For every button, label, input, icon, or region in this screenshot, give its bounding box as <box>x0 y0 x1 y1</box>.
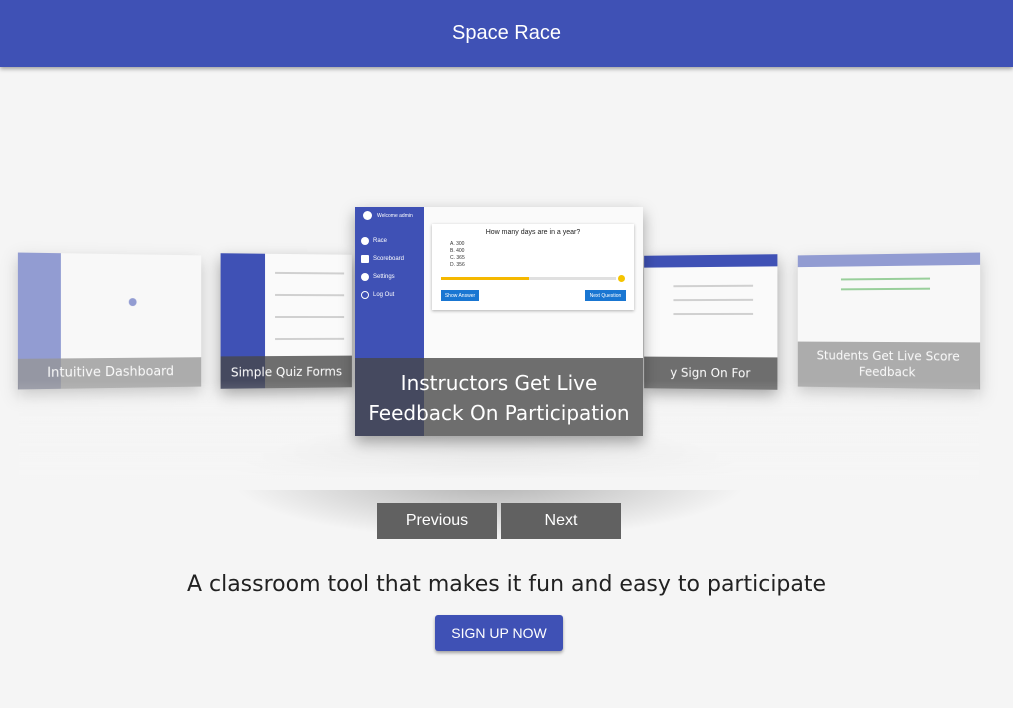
slide-header <box>797 252 981 268</box>
slide-intuitive-dashboard[interactable]: Intuitive Dashboard <box>17 252 202 390</box>
slide-header <box>644 254 778 268</box>
previous-button[interactable]: Previous <box>377 503 497 539</box>
slide-live-feedback[interactable]: Welcome admin Race Scoreboard Settings L… <box>355 207 643 436</box>
next-button[interactable]: Next <box>501 503 621 539</box>
question-text: How many days are in a year? <box>485 229 581 236</box>
slide-caption: Instructors Get Live Feedback On Partici… <box>355 358 643 436</box>
nav-label: Race <box>373 238 388 244</box>
app-bar: Space Race <box>0 0 1013 67</box>
slide-caption: Intuitive Dashboard <box>17 357 202 390</box>
nav-race: Race <box>361 237 387 245</box>
avatar-icon <box>363 211 372 220</box>
slide-students-live-score[interactable]: Students Get Live Score Feedback <box>797 252 981 390</box>
nav-scoreboard: Scoreboard <box>361 255 404 263</box>
answer-option: B. 400 <box>450 248 465 254</box>
smile-icon <box>618 275 625 282</box>
plus-circle-icon <box>361 237 369 245</box>
slide-caption: Simple Quiz Forms <box>220 355 352 389</box>
welcome-text: Welcome admin <box>377 212 413 219</box>
nav-settings: Settings <box>361 273 395 281</box>
tagline: A classroom tool that makes it fun and e… <box>186 572 827 597</box>
show-answer-button: Show Answer <box>441 290 479 301</box>
participation-progress <box>441 277 616 280</box>
sign-up-button[interactable]: SIGN UP NOW <box>435 615 563 651</box>
answer-option: A. 300 <box>450 241 465 247</box>
slide-caption: Students Get Live Score Feedback <box>797 341 981 390</box>
plus-icon <box>128 298 137 307</box>
nav-label: Log Out <box>373 292 395 298</box>
nav-label: Scoreboard <box>373 256 405 262</box>
nav-logout: Log Out <box>361 291 394 299</box>
scoreboard-icon <box>361 255 369 263</box>
logout-icon <box>361 291 369 299</box>
answer-option: D. 356 <box>450 262 465 268</box>
next-question-button: Next Question <box>585 290 626 301</box>
welcome-user: Welcome admin <box>363 211 413 220</box>
slide-sign-on-for-students[interactable]: y Sign On For Students <box>644 254 778 390</box>
slide-simple-quiz-forms[interactable]: Simple Quiz Forms <box>220 253 352 389</box>
gear-icon <box>361 273 369 281</box>
slide-caption: y Sign On For Students <box>644 356 778 390</box>
nav-label: Settings <box>373 274 395 280</box>
app-title: Space Race <box>452 22 561 44</box>
answer-option: C. 365 <box>450 255 465 261</box>
quiz-panel: How many days are in a year? A. 300 B. 4… <box>432 224 634 310</box>
